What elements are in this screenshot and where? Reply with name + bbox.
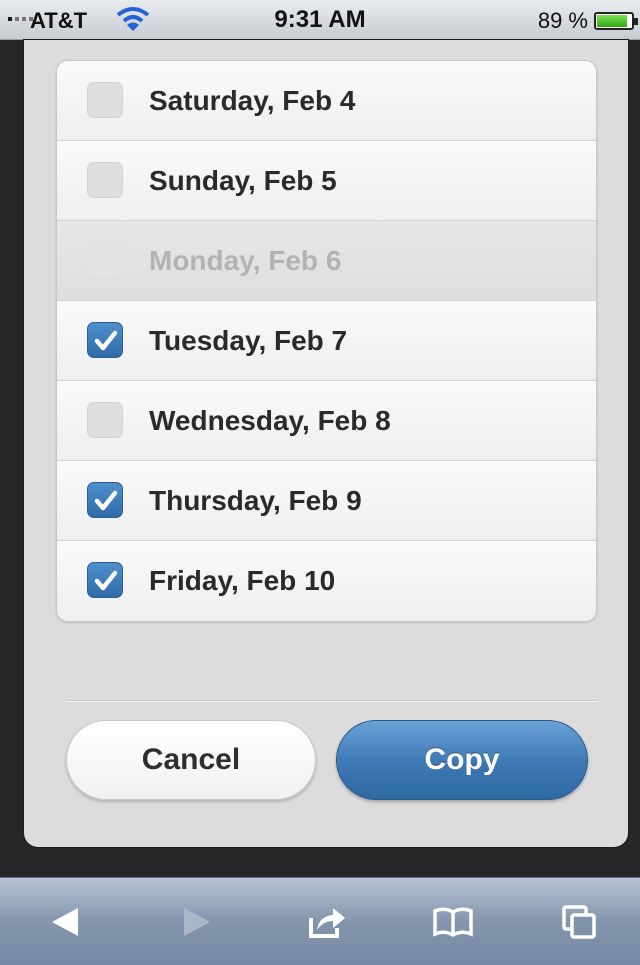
back-icon[interactable] [42, 900, 88, 944]
day-row[interactable]: Sunday, Feb 5 [57, 141, 596, 221]
cancel-button[interactable]: Cancel [66, 720, 316, 800]
day-label: Saturday, Feb 4 [149, 85, 356, 116]
divider [66, 700, 598, 702]
day-row[interactable]: Wednesday, Feb 8 [57, 381, 596, 461]
day-label: Wednesday, Feb 8 [149, 405, 391, 436]
checkbox-checked[interactable] [87, 482, 123, 518]
checkbox[interactable] [87, 162, 123, 198]
checkmark-icon [94, 570, 118, 591]
day-row[interactable]: Saturday, Feb 4 [57, 61, 596, 141]
bookmarks-icon[interactable] [430, 900, 476, 944]
day-label: Friday, Feb 10 [149, 565, 336, 596]
day-row[interactable]: Thursday, Feb 9 [57, 461, 596, 541]
checkmark-icon [94, 490, 118, 511]
checkbox[interactable] [87, 402, 123, 438]
day-label: Monday, Feb 6 [149, 245, 342, 276]
day-row[interactable]: Tuesday, Feb 7 [57, 301, 596, 381]
checkbox[interactable] [87, 82, 123, 118]
day-row[interactable]: Friday, Feb 10 [57, 541, 596, 621]
status-bar: AT&T 9:31 AM 89 % [0, 0, 640, 40]
day-label: Thursday, Feb 9 [149, 485, 362, 516]
checkmark-icon [94, 330, 118, 351]
copy-days-dialog: Saturday, Feb 4 Sunday, Feb 5 Monday, Feb … [24, 40, 628, 847]
browser-toolbar [0, 877, 640, 965]
day-label: Tuesday, Feb 7 [149, 325, 348, 356]
checkbox [87, 242, 123, 278]
day-list: Saturday, Feb 4 Sunday, Feb 5 Monday, Feb … [56, 60, 597, 622]
tabs-icon[interactable] [556, 900, 602, 944]
day-row: Monday, Feb 6 [57, 221, 596, 301]
battery-icon [594, 12, 638, 30]
battery-percent: 89 % [537, 8, 588, 33]
copy-button[interactable]: Copy [336, 720, 588, 800]
share-icon[interactable] [304, 900, 350, 944]
checkbox-checked[interactable] [87, 322, 123, 358]
day-label: Sunday, Feb 5 [149, 165, 337, 196]
checkbox-checked[interactable] [87, 562, 123, 598]
forward-icon[interactable] [174, 900, 220, 944]
